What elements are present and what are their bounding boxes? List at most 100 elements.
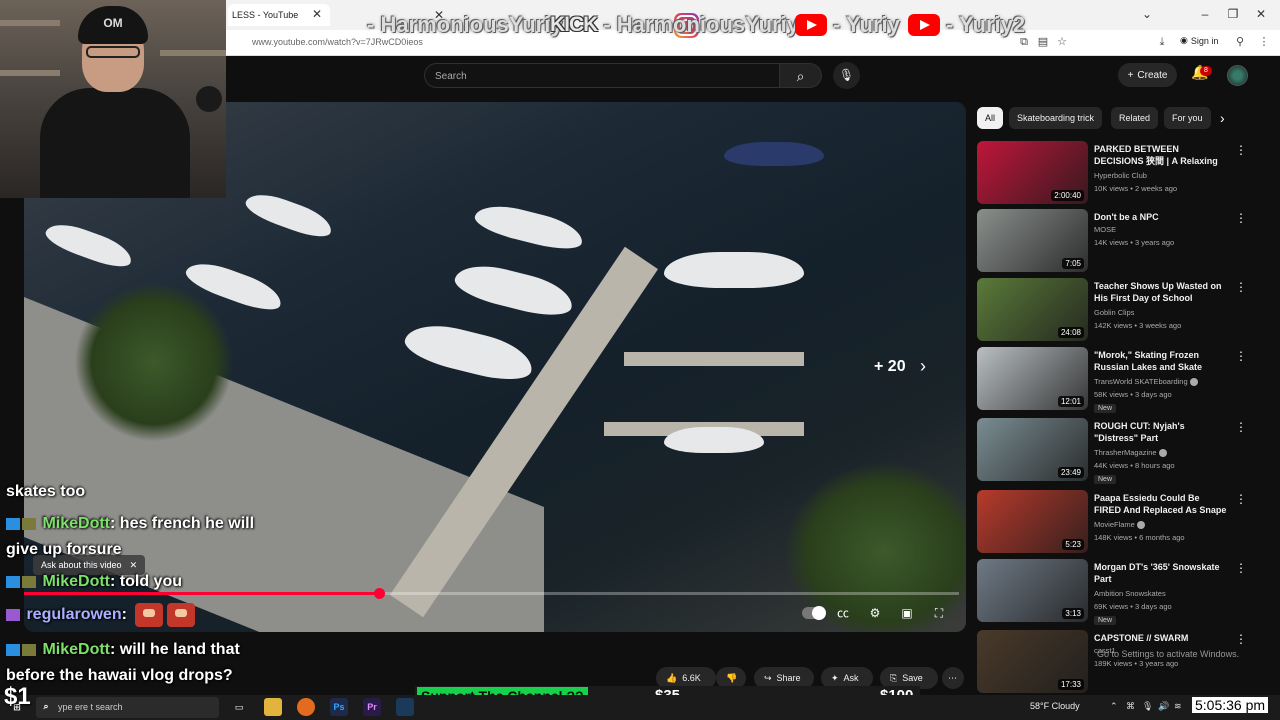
recommendation-thumbnail[interactable]: 2:00:40: [977, 141, 1088, 204]
recommendation-item[interactable]: 2:00:40 PARKED BETWEEN DECISIONS 狭間 | A R…: [977, 141, 1257, 205]
recommendation-channel[interactable]: TransWorld SKATEboarding: [1094, 377, 1198, 387]
chevron-right-icon[interactable]: ›: [920, 356, 926, 377]
create-button[interactable]: + Create: [1118, 63, 1177, 87]
more-actions-button[interactable]: ⋯: [942, 667, 964, 689]
reader-icon[interactable]: ▤: [1037, 36, 1049, 48]
recommendation-item[interactable]: 12:01 "Morok," Skating Frozen Russian Lak…: [977, 347, 1257, 413]
search-icon[interactable]: ⌕: [780, 63, 822, 88]
recommendation-item[interactable]: 17:33 CAPSTONE // SWARM casst1 189K views •…: [977, 630, 1257, 694]
tray-chevron-icon[interactable]: ⌃: [1110, 701, 1118, 712]
microphone-tray-icon[interactable]: 🎙: [1142, 701, 1153, 712]
taskbar-search-input[interactable]: ype ere t search: [36, 697, 219, 718]
fullscreen-icon[interactable]: ⛶: [930, 604, 948, 622]
recommendation-item[interactable]: 3:13 Morgan DT's '365' Snowskate Part Ambi…: [977, 559, 1257, 625]
chip-related[interactable]: Related: [1111, 107, 1159, 129]
tab-close-icon[interactable]: ✕: [312, 7, 322, 21]
activate-windows-watermark: Go to Settings to activate Windows.: [1097, 649, 1240, 659]
recommendation-thumbnail[interactable]: 24:08: [977, 278, 1088, 341]
webcam-glasses: [86, 46, 140, 58]
chat-badge-icon: [6, 575, 20, 588]
close-icon[interactable]: ✕: [130, 560, 138, 571]
more-options-icon[interactable]: ⋮: [1235, 211, 1247, 225]
chip-for-you[interactable]: For you: [1164, 107, 1211, 129]
recommendation-channel[interactable]: Ambition Snowskates: [1094, 589, 1166, 598]
microphone-icon[interactable]: 🎙: [833, 62, 860, 89]
chat-text: : hes french he will: [110, 515, 255, 532]
webcam-hoodie: [40, 88, 190, 198]
miniplayer-icon[interactable]: ▣: [898, 604, 916, 622]
thumbs-down-icon: 👎: [726, 672, 738, 683]
channel-name: ThrasherMagazine: [1094, 448, 1157, 457]
recommendation-thumbnail[interactable]: 17:33: [977, 630, 1088, 693]
recommendation-title[interactable]: Paapa Essiedu Could Be FIRED And Replace…: [1094, 492, 1229, 516]
chip-skateboarding-trick[interactable]: Skateboarding trick: [1009, 107, 1103, 129]
photoshop-icon[interactable]: Ps: [330, 698, 348, 716]
more-icon: ⋯: [948, 672, 957, 683]
chevron-right-icon[interactable]: ›: [1220, 110, 1225, 126]
new-badge: New: [1094, 616, 1117, 625]
download-icon[interactable]: ⤓: [1156, 36, 1168, 48]
chat-badge-icon: [6, 643, 20, 656]
extensions-icon[interactable]: ⚲: [1234, 36, 1246, 48]
firefox-icon[interactable]: [297, 698, 315, 716]
recommendation-title[interactable]: CAPSTONE // SWARM: [1094, 632, 1229, 644]
recommendation-channel[interactable]: Hyperbolic Club: [1094, 171, 1147, 180]
recommendation-item[interactable]: 23:49 ROUGH CUT: Nyjah's "Distress" Part T…: [977, 418, 1257, 484]
window-close-icon[interactable]: ✕: [1254, 7, 1268, 21]
recommendation-item[interactable]: 7:05 Don't be a NPC MOSE 14K views • 3 year…: [977, 209, 1257, 273]
recommendation-title[interactable]: Don't be a NPC: [1094, 211, 1229, 223]
sign-in-button[interactable]: ◉ Sign in: [1180, 35, 1218, 46]
more-options-icon[interactable]: ⋮: [1235, 143, 1247, 157]
more-options-icon[interactable]: ⋮: [1235, 349, 1247, 363]
weather[interactable]: 58°F Cloudy: [1030, 701, 1080, 711]
webcam-microphone: [196, 86, 222, 112]
menu-icon[interactable]: ⋮: [1258, 36, 1270, 48]
recommendation-thumbnail[interactable]: 23:49: [977, 418, 1088, 481]
recommendation-title[interactable]: PARKED BETWEEN DECISIONS 狭間 | A Relaxing…: [1094, 143, 1229, 167]
autoplay-toggle[interactable]: [802, 606, 826, 620]
settings-icon[interactable]: ⚙: [866, 604, 884, 622]
network-icon[interactable]: ⌘: [1126, 701, 1135, 712]
minimize-icon[interactable]: –: [1198, 7, 1212, 21]
recommendation-thumbnail[interactable]: 7:05: [977, 209, 1088, 272]
more-options-icon[interactable]: ⋮: [1235, 632, 1247, 646]
recommendation-title[interactable]: "Morok," Skating Frozen Russian Lakes an…: [1094, 349, 1229, 373]
more-options-icon[interactable]: ⋮: [1235, 280, 1247, 294]
new-badge: New: [1094, 404, 1117, 413]
maximize-icon[interactable]: ❐: [1226, 7, 1240, 21]
tab-list-chevron-icon[interactable]: ⌄: [1140, 7, 1154, 21]
recommendation-thumbnail[interactable]: 12:01: [977, 347, 1088, 410]
wifi-icon[interactable]: ≋: [1174, 701, 1182, 712]
recommendation-channel[interactable]: MovieFlame: [1094, 520, 1145, 530]
recommendation-item[interactable]: 24:08 Teacher Shows Up Wasted on His Firs…: [977, 278, 1257, 342]
task-view-icon[interactable]: ▭: [230, 698, 248, 716]
recommendation-title[interactable]: Teacher Shows Up Wasted on His First Day…: [1094, 280, 1229, 304]
bookmark-star-icon[interactable]: ☆: [1056, 36, 1068, 48]
steam-icon[interactable]: [396, 698, 414, 716]
file-explorer-icon[interactable]: [264, 698, 282, 716]
more-options-icon[interactable]: ⋮: [1235, 492, 1247, 506]
recommendation-title[interactable]: Morgan DT's '365' Snowskate Part: [1094, 561, 1229, 585]
clock[interactable]: 5:05:36 pm: [1192, 697, 1269, 713]
chip-all[interactable]: All: [977, 107, 1004, 129]
chat-message: before the hawaii vlog drops?: [6, 667, 233, 685]
more-options-icon[interactable]: ⋮: [1235, 561, 1247, 575]
recommendation-item[interactable]: 5:23 Paapa Essiedu Could Be FIRED And Rep…: [977, 490, 1257, 554]
recommendation-thumbnail[interactable]: 3:13: [977, 559, 1088, 622]
recommendation-channel[interactable]: MOSE: [1094, 225, 1116, 234]
channel-name: MOSE: [1094, 225, 1117, 234]
premiere-icon[interactable]: Pr: [363, 698, 381, 716]
recommendation-channel[interactable]: ThrasherMagazine: [1094, 448, 1167, 458]
search-input[interactable]: Search: [424, 63, 780, 88]
recommendation-thumbnail[interactable]: 5:23: [977, 490, 1088, 553]
recommendation-title[interactable]: ROUGH CUT: Nyjah's "Distress" Part: [1094, 420, 1229, 444]
avatar[interactable]: [1227, 65, 1248, 86]
video-boat: [724, 142, 824, 166]
captions-icon[interactable]: ㏄: [834, 604, 852, 622]
video-boat: [451, 258, 577, 322]
recommendation-channel[interactable]: Goblin Clips: [1094, 308, 1134, 317]
progress-knob[interactable]: [374, 588, 385, 599]
volume-icon[interactable]: 🔊: [1158, 701, 1169, 712]
share-label: Share: [776, 673, 801, 683]
more-options-icon[interactable]: ⋮: [1235, 420, 1247, 434]
